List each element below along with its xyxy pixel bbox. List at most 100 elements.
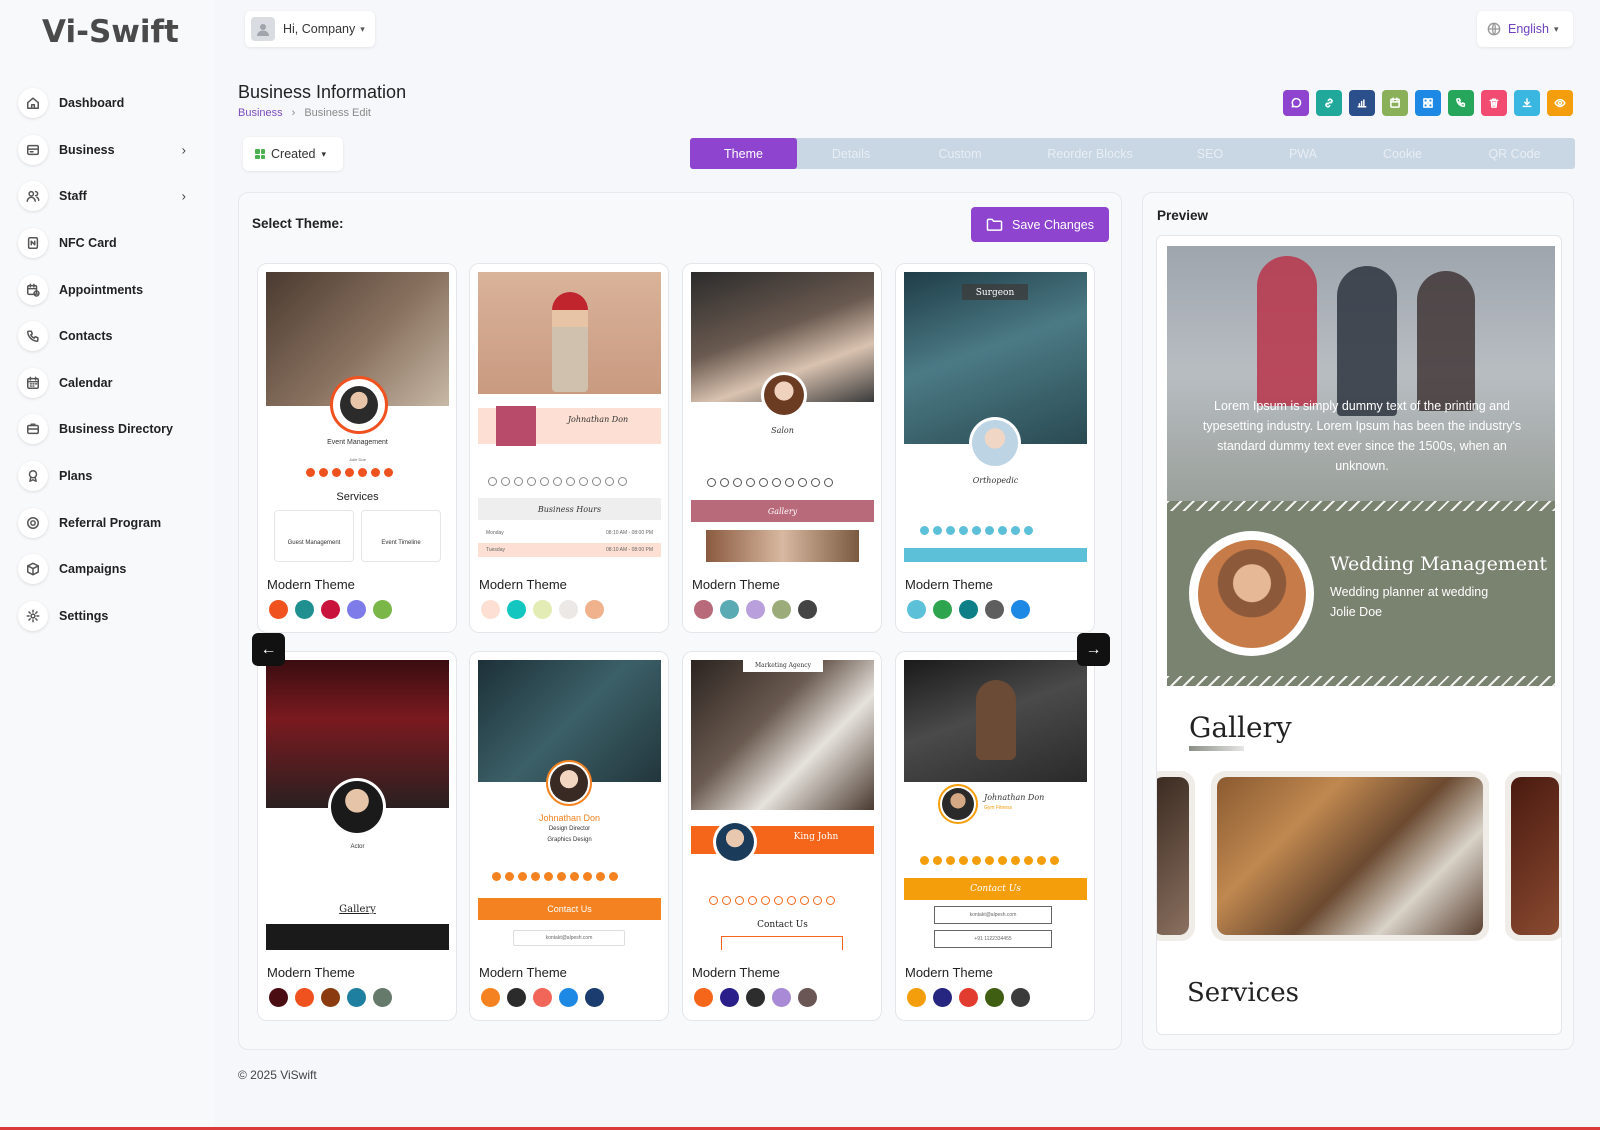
- preview-gallery-slide[interactable]: [1211, 771, 1489, 941]
- color-swatch[interactable]: [507, 988, 526, 1007]
- color-swatch[interactable]: [746, 600, 765, 619]
- tab-custom[interactable]: Custom: [905, 138, 1015, 169]
- sidebar-item-contacts[interactable]: Contacts: [18, 313, 198, 360]
- sidebar-item-business[interactable]: Business ›: [18, 127, 198, 174]
- app-logo[interactable]: Vi-Swift: [42, 14, 179, 50]
- analytics-button[interactable]: [1349, 90, 1375, 116]
- color-swatch[interactable]: [798, 600, 817, 619]
- carousel-prev-button[interactable]: ←: [252, 633, 285, 666]
- sidebar-item-referral-program[interactable]: Referral Program: [18, 499, 198, 546]
- sidebar-item-nfc-card[interactable]: NFC Card: [18, 220, 198, 267]
- sidebar-item-calendar[interactable]: Calendar: [18, 360, 198, 407]
- tab-cookie[interactable]: Cookie: [1351, 138, 1454, 169]
- whatsapp-button[interactable]: [1283, 90, 1309, 116]
- color-swatch[interactable]: [959, 600, 978, 619]
- user-menu[interactable]: Hi, Company ▾: [245, 11, 375, 47]
- color-swatch[interactable]: [907, 988, 926, 1007]
- theme-card[interactable]: Johnathan Don Gym Fitness Contact Us kon…: [895, 651, 1095, 1021]
- view-button[interactable]: [1547, 90, 1573, 116]
- delete-button[interactable]: [1481, 90, 1507, 116]
- sidebar-item-campaigns[interactable]: Campaigns: [18, 546, 198, 593]
- theme-card[interactable]: Event Management Jolie Doe Services Gues…: [257, 263, 457, 633]
- color-swatch[interactable]: [559, 988, 578, 1007]
- preview-person: Jolie Doe: [1330, 605, 1383, 619]
- preview-frame[interactable]: Lorem Ipsum is simply dummy text of the …: [1156, 235, 1562, 1035]
- qr-grid-button[interactable]: [1415, 90, 1441, 116]
- sidebar-item-staff[interactable]: Staff ›: [18, 173, 198, 220]
- color-swatch[interactable]: [798, 988, 817, 1007]
- theme-card[interactable]: Marketing Agency King John Contact Us Mo…: [682, 651, 882, 1021]
- color-swatch[interactable]: [720, 600, 739, 619]
- color-swatch[interactable]: [533, 988, 552, 1007]
- link-button[interactable]: [1316, 90, 1342, 116]
- color-swatch[interactable]: [321, 988, 340, 1007]
- color-swatch[interactable]: [933, 988, 952, 1007]
- theme-title: Modern Theme: [905, 577, 993, 592]
- sidebar-item-label: Referral Program: [59, 515, 162, 530]
- campaigns-icon: [18, 554, 48, 585]
- breadcrumb-link-business[interactable]: Business: [238, 107, 283, 119]
- theme-card[interactable]: Salon Gallery Modern Theme: [682, 263, 882, 633]
- whatsapp-icon: [1291, 97, 1302, 108]
- theme-service-2: Event Timeline: [381, 540, 421, 546]
- theme-card[interactable]: Actor Gallery Modern Theme: [257, 651, 457, 1021]
- theme-email: kontakt@alpesh.com: [545, 935, 593, 941]
- color-swatch[interactable]: [585, 988, 604, 1007]
- color-swatch[interactable]: [933, 600, 952, 619]
- color-swatch[interactable]: [321, 600, 340, 619]
- tab-seo[interactable]: SEO: [1165, 138, 1255, 169]
- sidebar-item-dashboard[interactable]: Dashboard: [18, 80, 198, 127]
- tab-theme[interactable]: Theme: [690, 138, 797, 169]
- business-icon: [18, 134, 48, 165]
- theme-panel: Select Theme: Save Changes Event Managem…: [238, 192, 1122, 1050]
- color-swatch[interactable]: [959, 988, 978, 1007]
- color-swatch[interactable]: [507, 600, 526, 619]
- color-swatch[interactable]: [985, 600, 1004, 619]
- preview-gallery-slide[interactable]: [1157, 771, 1195, 941]
- tab-qr-code[interactable]: QR Code: [1454, 138, 1575, 169]
- color-swatch[interactable]: [720, 988, 739, 1007]
- sidebar-item-business-directory[interactable]: Business Directory: [18, 406, 198, 453]
- color-swatch[interactable]: [694, 988, 713, 1007]
- color-swatch[interactable]: [694, 600, 713, 619]
- phone-button[interactable]: [1448, 90, 1474, 116]
- color-swatch[interactable]: [373, 600, 392, 619]
- save-changes-button[interactable]: Save Changes: [971, 207, 1109, 242]
- color-swatch[interactable]: [985, 988, 1004, 1007]
- color-swatch[interactable]: [347, 988, 366, 1007]
- tab-details[interactable]: Details: [797, 138, 905, 169]
- download-button[interactable]: [1514, 90, 1540, 116]
- color-swatch[interactable]: [269, 600, 288, 619]
- theme-card[interactable]: Johnathan Don Business Hours Monday 08:1…: [469, 263, 669, 633]
- color-swatch[interactable]: [481, 600, 500, 619]
- tab-reorder-blocks[interactable]: Reorder Blocks: [1015, 138, 1165, 169]
- color-swatch[interactable]: [746, 988, 765, 1007]
- sidebar-item-settings[interactable]: Settings: [18, 593, 198, 640]
- theme-card[interactable]: Surgeon Orthopedic Modern Theme: [895, 263, 1095, 633]
- color-swatch[interactable]: [295, 600, 314, 619]
- created-filter-dropdown[interactable]: Created ▾: [243, 137, 343, 171]
- color-swatch[interactable]: [772, 600, 791, 619]
- color-swatch[interactable]: [772, 988, 791, 1007]
- tab-pwa[interactable]: PWA: [1255, 138, 1351, 169]
- color-swatch[interactable]: [481, 988, 500, 1007]
- theme-card[interactable]: Johnathan Don Design Director Graphics D…: [469, 651, 669, 1021]
- calendar-button[interactable]: [1382, 90, 1408, 116]
- avatar: [251, 17, 275, 41]
- color-swatch[interactable]: [269, 988, 288, 1007]
- color-swatch[interactable]: [347, 600, 366, 619]
- color-swatch[interactable]: [295, 988, 314, 1007]
- color-swatch[interactable]: [1011, 988, 1030, 1007]
- sidebar-item-plans[interactable]: Plans: [18, 453, 198, 500]
- color-swatch[interactable]: [373, 988, 392, 1007]
- language-selector[interactable]: English ▾: [1477, 11, 1573, 47]
- preview-gallery-slide[interactable]: [1505, 771, 1561, 941]
- sidebar-item-appointments[interactable]: Appointments: [18, 266, 198, 313]
- color-swatch[interactable]: [559, 600, 578, 619]
- color-swatch[interactable]: [1011, 600, 1030, 619]
- color-swatch[interactable]: [533, 600, 552, 619]
- carousel-next-button[interactable]: →: [1077, 633, 1110, 666]
- color-swatch[interactable]: [585, 600, 604, 619]
- folder-icon: [986, 218, 1003, 231]
- color-swatch[interactable]: [907, 600, 926, 619]
